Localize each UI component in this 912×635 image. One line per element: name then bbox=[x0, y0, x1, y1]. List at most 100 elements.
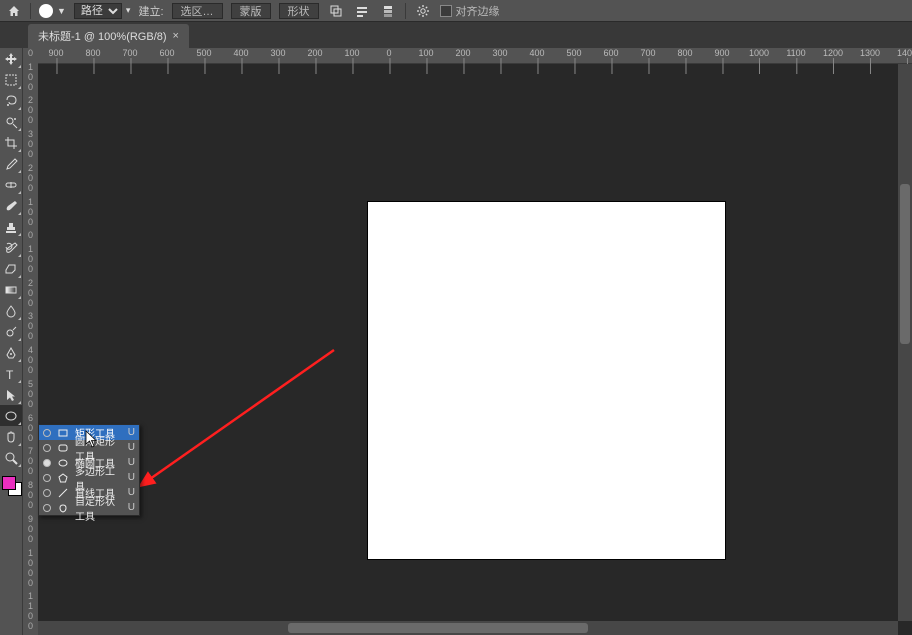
document-tab[interactable]: 未标题-1 @ 100%(RGB/8) × bbox=[28, 24, 189, 48]
flyout-item-custom[interactable]: 自定形状工具U bbox=[39, 500, 139, 515]
separator bbox=[405, 3, 406, 19]
history-brush-tool[interactable] bbox=[0, 237, 22, 258]
make-selection-button[interactable]: 选区… bbox=[172, 3, 223, 19]
flyout-item-shortcut: U bbox=[128, 442, 135, 453]
align-edges-checkbox[interactable]: 对齐边缘 bbox=[440, 3, 500, 19]
eyedropper-tool-icon bbox=[4, 157, 18, 171]
ruler-tick-digit: 0 bbox=[23, 490, 38, 500]
ruler-tick: 600 bbox=[159, 48, 174, 58]
hand-tool[interactable] bbox=[0, 426, 22, 447]
ruler-tick-digit: 0 bbox=[23, 433, 38, 443]
home-button[interactable] bbox=[6, 3, 22, 19]
brush-tool[interactable] bbox=[0, 195, 22, 216]
radio-icon bbox=[43, 474, 51, 482]
flyout-item-label: 自定形状工具 bbox=[75, 493, 122, 523]
ruler-tick-digit: 1 bbox=[23, 591, 38, 601]
lasso-tool[interactable] bbox=[0, 90, 22, 111]
path-combine-button[interactable] bbox=[327, 3, 345, 19]
ruler-tick-digit: 0 bbox=[23, 149, 38, 159]
make-mask-button[interactable]: 蒙版 bbox=[231, 3, 271, 19]
marquee-tool-icon bbox=[4, 73, 18, 87]
gradient-tool-icon bbox=[4, 283, 18, 297]
path-select-tool-icon bbox=[4, 388, 18, 402]
ruler-tick-digit: 0 bbox=[23, 568, 38, 578]
options-bar: ▼ 路径 ▾ 建立: 选区… 蒙版 形状 对齐边缘 bbox=[0, 0, 912, 22]
flyout-item-shortcut: U bbox=[128, 457, 135, 468]
ruler-tick: 200 bbox=[307, 48, 322, 58]
shape-tool-flyout: 矩形工具U圆角矩形工具U椭圆工具U多边形工具U直线工具U自定形状工具U bbox=[38, 424, 140, 516]
ruler-tick-digit: 0 bbox=[23, 456, 38, 466]
ruler-tick: 100 bbox=[418, 48, 433, 58]
flyout-item-polygon[interactable]: 多边形工具U bbox=[39, 470, 139, 485]
canvas-area[interactable]: 9008007006005004003002001000100200300400… bbox=[38, 48, 912, 635]
horizontal-scrollbar[interactable] bbox=[38, 621, 898, 635]
eraser-tool[interactable] bbox=[0, 258, 22, 279]
path-align-button[interactable] bbox=[353, 3, 371, 19]
vertical-scrollbar[interactable] bbox=[898, 64, 912, 621]
arrange-icon bbox=[381, 4, 395, 18]
current-shape-indicator[interactable] bbox=[39, 4, 53, 18]
radio-icon bbox=[43, 459, 51, 467]
crop-tool-icon bbox=[4, 136, 18, 150]
move-tool-icon bbox=[4, 52, 18, 66]
flyout-item-roundrect[interactable]: 圆角矩形工具U bbox=[39, 440, 139, 455]
separator bbox=[30, 3, 31, 19]
tools-panel: T bbox=[0, 48, 22, 635]
zoom-tool-icon bbox=[4, 451, 18, 465]
make-shape-button[interactable]: 形状 bbox=[279, 3, 319, 19]
ruler-tick: 900 bbox=[48, 48, 63, 58]
annotation-arrow bbox=[134, 346, 344, 496]
type-tool[interactable]: T bbox=[0, 363, 22, 384]
ruler-tick-digit: 2 bbox=[23, 278, 38, 288]
ruler-tick-digit: 0 bbox=[23, 230, 38, 240]
zoom-tool[interactable] bbox=[0, 447, 22, 468]
dodge-tool-icon bbox=[4, 325, 18, 339]
pen-tool[interactable] bbox=[0, 342, 22, 363]
ruler-tick-digit: 0 bbox=[23, 621, 38, 631]
close-icon[interactable]: × bbox=[173, 30, 179, 42]
pen-tool-icon bbox=[4, 346, 18, 360]
ruler-tick-digit: 0 bbox=[23, 500, 38, 510]
scrollbar-thumb[interactable] bbox=[900, 184, 910, 344]
move-tool[interactable] bbox=[0, 48, 22, 69]
ruler-tick-digit: 0 bbox=[23, 399, 38, 409]
healing-tool[interactable] bbox=[0, 174, 22, 195]
eyedropper-tool[interactable] bbox=[0, 153, 22, 174]
type-tool-icon: T bbox=[4, 367, 18, 381]
shape-tool[interactable] bbox=[0, 405, 22, 426]
ruler-tick: 300 bbox=[270, 48, 285, 58]
quick-select-tool-icon bbox=[4, 115, 18, 129]
tool-mode-select[interactable]: 路径 bbox=[74, 3, 122, 19]
path-select-tool[interactable] bbox=[0, 384, 22, 405]
radio-icon bbox=[43, 504, 51, 512]
shape-tool-icon bbox=[4, 409, 18, 423]
marquee-tool[interactable] bbox=[0, 69, 22, 90]
stamp-tool[interactable] bbox=[0, 216, 22, 237]
document-tab-strip: 未标题-1 @ 100%(RGB/8) × bbox=[0, 22, 912, 48]
roundrect-icon bbox=[57, 443, 69, 453]
workspace: T 01002003002001000100200300400500600700… bbox=[0, 48, 912, 635]
flyout-item-shortcut: U bbox=[128, 427, 135, 438]
crop-tool[interactable] bbox=[0, 132, 22, 153]
dodge-tool[interactable] bbox=[0, 321, 22, 342]
ruler-tick: 800 bbox=[85, 48, 100, 58]
quick-select-tool[interactable] bbox=[0, 111, 22, 132]
radio-icon bbox=[43, 444, 51, 452]
gear-button[interactable] bbox=[414, 3, 432, 19]
blur-tool[interactable] bbox=[0, 300, 22, 321]
ruler-tick-digit: 0 bbox=[23, 611, 38, 621]
ruler-tick-digit: 3 bbox=[23, 129, 38, 139]
foreground-color-swatch[interactable] bbox=[2, 476, 16, 490]
document-canvas[interactable] bbox=[368, 202, 725, 559]
document-tab-title: 未标题-1 @ 100%(RGB/8) bbox=[38, 28, 167, 44]
ruler-tick-digit: 0 bbox=[23, 355, 38, 365]
color-swatches[interactable] bbox=[0, 474, 22, 502]
svg-text:T: T bbox=[6, 368, 14, 381]
ruler-tick-digit: 0 bbox=[23, 115, 38, 125]
ruler-tick: 200 bbox=[455, 48, 470, 58]
ruler-tick-digit: 8 bbox=[23, 480, 38, 490]
ruler-tick-digit: 0 bbox=[23, 365, 38, 375]
gradient-tool[interactable] bbox=[0, 279, 22, 300]
scrollbar-thumb[interactable] bbox=[288, 623, 588, 633]
path-arrange-button[interactable] bbox=[379, 3, 397, 19]
